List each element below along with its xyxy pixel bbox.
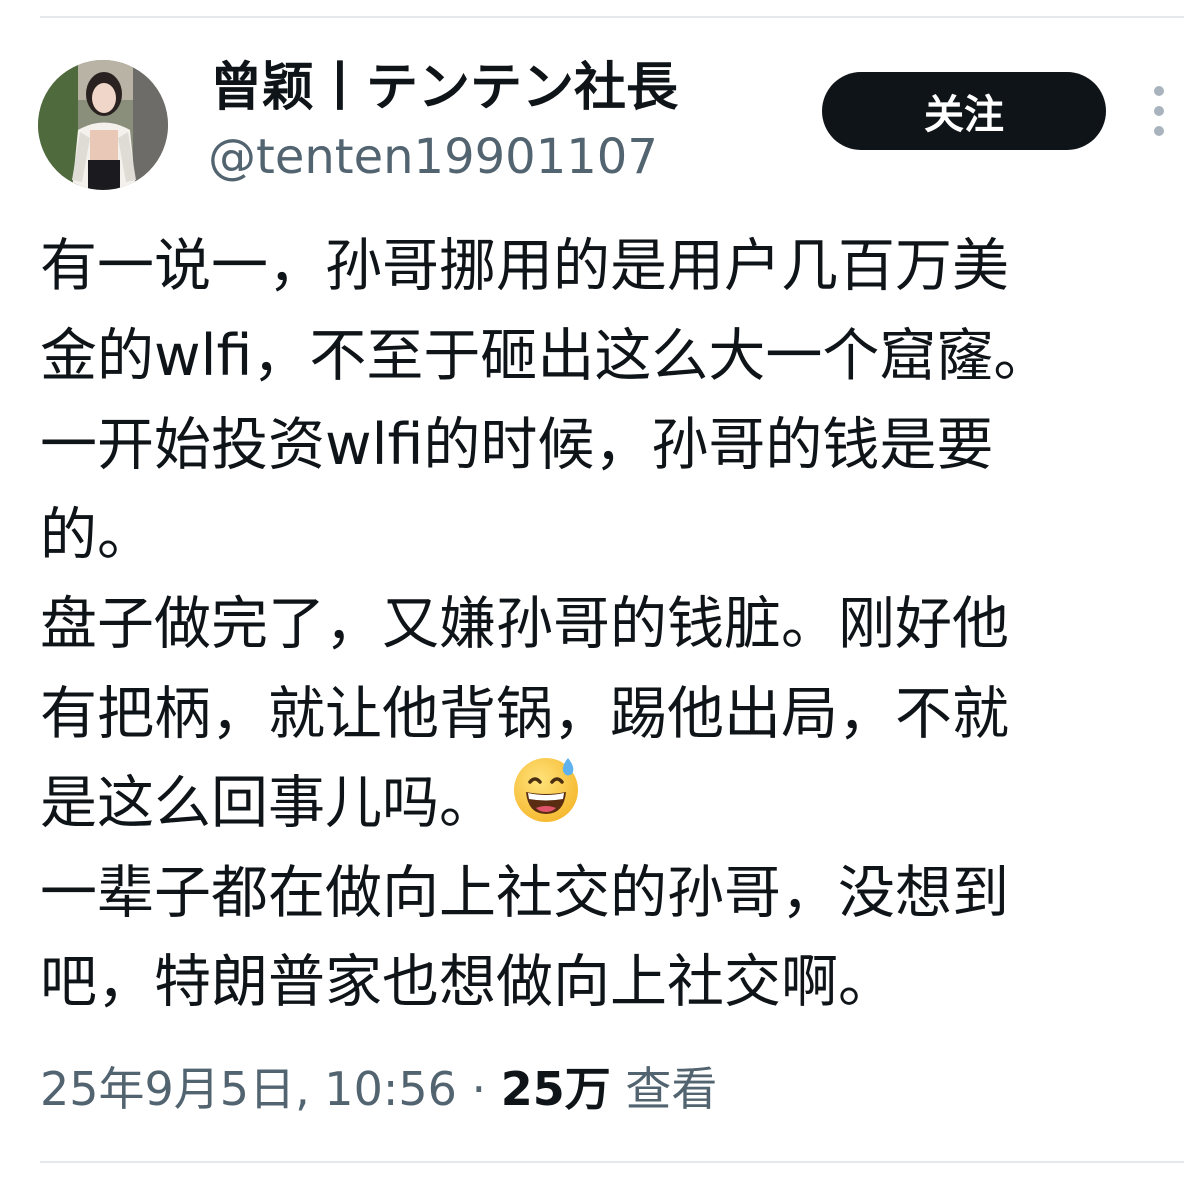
tweet-timestamp[interactable]: 25年9月5日, 10:56 (40, 1062, 457, 1116)
tweet-line: 盘子做完了，又嫌孙哥的钱脏。刚好他 (40, 591, 1009, 657)
tweet-line: 一开始投资wlfi的时候，孙哥的钱是要 (40, 412, 994, 478)
tweet-meta: 25年9月5日, 10:56 · 25万 查看 (40, 1054, 717, 1124)
views-label: 查看 (625, 1062, 718, 1116)
tweet-line: 金的wlfi，不至于砸出这么大一个窟窿。 (40, 322, 1051, 389)
tweet-line: 一辈子都在做向上社交的孙哥，没想到 (40, 859, 1009, 926)
more-dot (1154, 86, 1164, 96)
user-handle[interactable]: @tenten19901107 (208, 126, 658, 188)
display-name[interactable]: 曾颖丨テンテン社長 (210, 52, 678, 124)
tweet-line: 是这么回事儿吗。 (40, 770, 496, 836)
tweet-line: 有一说一，孙哥挪用的是用户几百万美 (40, 233, 1009, 299)
follow-button[interactable]: 关注 (822, 72, 1106, 150)
avatar[interactable] (38, 60, 168, 190)
views-count: 25万 (500, 1062, 611, 1116)
more-dot (1154, 126, 1164, 136)
meta-separator: · (471, 1062, 487, 1116)
avatar-image (38, 60, 168, 190)
tweet-line-with-emoji: 是这么回事儿吗。 (40, 758, 1150, 849)
top-divider (40, 16, 1184, 18)
tweet-line: 有把柄，就让他背锅，踢他出局，不就 (40, 680, 1009, 747)
more-dot (1154, 106, 1164, 116)
grinning-face-with-sweat-icon (510, 752, 582, 851)
more-vertical-icon[interactable] (1144, 86, 1174, 136)
tweet-line: 吧，特朗普家也想做向上社交啊。 (40, 949, 895, 1015)
tweet-line: 的。 (40, 501, 154, 568)
tweet-text: 有一说一，孙哥挪用的是用户几百万美 金的wlfi，不至于砸出这么大一个窟窿。 一… (40, 222, 1150, 1028)
bottom-divider (40, 1161, 1184, 1163)
